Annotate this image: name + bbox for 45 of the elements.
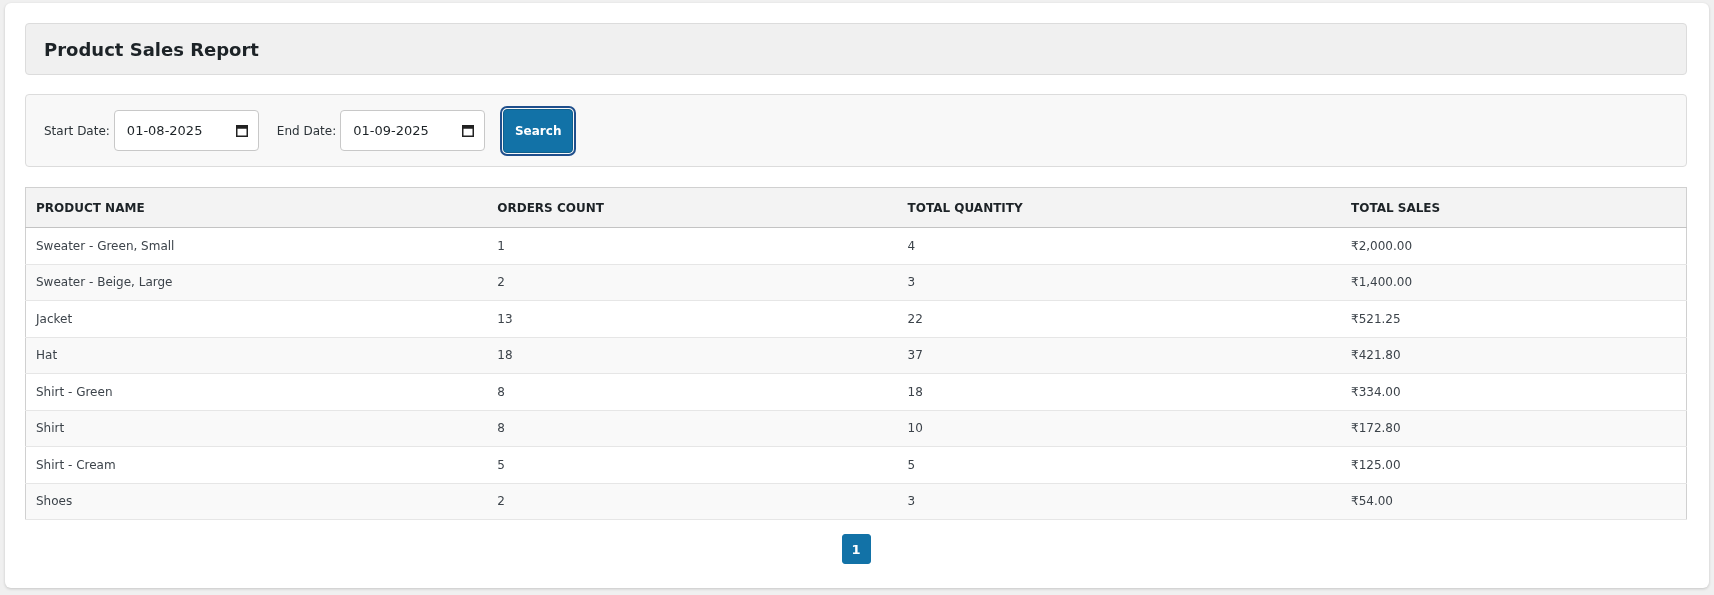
table-cell: 18 [897,373,1341,410]
table-cell: Hat [25,337,488,374]
date-field[interactable]: 01-09-2025 [340,110,486,151]
table-cell: ₹521.25 [1341,300,1687,337]
table-cell: 1 [487,227,898,264]
table-cell: 37 [897,337,1341,374]
table-cell: 3 [897,264,1341,301]
table-cell: 5 [897,446,1341,483]
column-header: PRODUCT NAME [25,187,488,228]
calendar-icon [462,124,475,137]
table-cell: ₹2,000.00 [1341,227,1687,264]
table-cell: ₹54.00 [1341,483,1687,520]
search-button[interactable]: Search [503,108,574,153]
table-cell: 8 [487,410,898,447]
table-cell: 2 [487,483,898,520]
table-cell: Shoes [25,483,488,520]
table-cell: Shirt [25,410,488,447]
calendar-icon [235,124,248,137]
report-title: Product Sales Report [44,38,259,60]
table-cell: 2 [487,264,898,301]
table-cell: ₹334.00 [1341,373,1687,410]
column-header: TOTAL SALES [1341,187,1687,228]
table-cell: 3 [897,483,1341,520]
table-cell: Shirt - Cream [25,446,488,483]
table-cell: 18 [487,337,898,374]
table-cell: 4 [897,227,1341,264]
table-cell: Jacket [25,300,488,337]
page-button[interactable]: 1 [841,534,871,564]
date-field[interactable]: 01-08-2025 [113,110,259,151]
table-cell: ₹125.00 [1341,446,1687,483]
table-cell: 22 [897,300,1341,337]
table-cell: ₹172.80 [1341,410,1687,447]
table-cell: Shirt - Green [25,373,488,410]
column-header: TOTAL QUANTITY [897,187,1341,228]
table-cell: ₹1,400.00 [1341,264,1687,301]
table-cell: 8 [487,373,898,410]
table-cell: ₹421.80 [1341,337,1687,374]
table-cell: 13 [487,300,898,337]
table-cell: Sweater - Beige, Large [25,264,488,301]
column-header: ORDERS COUNT [487,187,898,228]
table-cell: Sweater - Green, Small [25,227,488,264]
date-label: Start Date: [44,123,110,138]
date-label: End Date: [276,123,337,138]
table-cell: 10 [897,410,1341,447]
table-cell: 5 [487,446,898,483]
